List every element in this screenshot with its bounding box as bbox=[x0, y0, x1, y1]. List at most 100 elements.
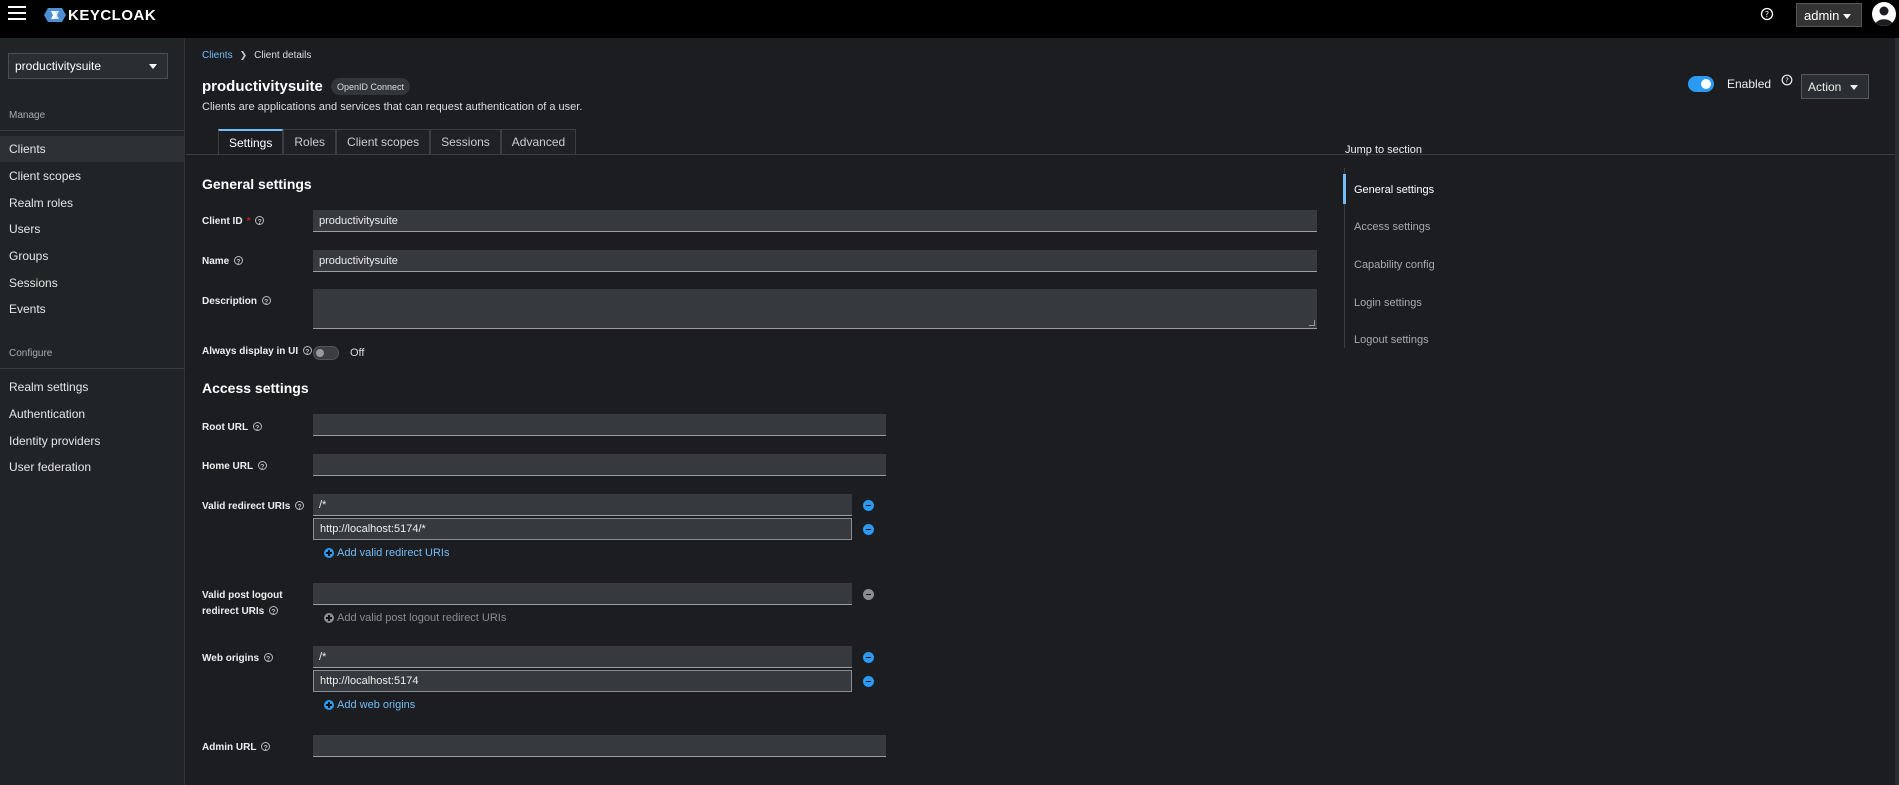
help-icon[interactable] bbox=[262, 295, 272, 311]
sidebar-item-realm-settings[interactable]: Realm settings bbox=[0, 374, 184, 400]
remove-redirect-uri-icon[interactable] bbox=[863, 524, 874, 535]
access-settings-title: Access settings bbox=[202, 380, 309, 396]
sidebar-item-identity-providers[interactable]: Identity providers bbox=[0, 428, 184, 454]
add-web-origin-label: Add web origins bbox=[337, 699, 416, 711]
add-post-logout-uri-label: Add valid post logout redirect URIs bbox=[337, 612, 507, 624]
help-icon[interactable] bbox=[258, 460, 268, 476]
jump-active-indicator bbox=[1343, 174, 1346, 204]
jump-general-settings[interactable]: General settings bbox=[1354, 184, 1434, 196]
jump-capability-config[interactable]: Capability config bbox=[1354, 259, 1435, 271]
client-id-label: Client ID * bbox=[202, 214, 265, 231]
help-icon[interactable]: ? bbox=[1760, 7, 1774, 21]
resize-handle-icon[interactable] bbox=[1309, 320, 1315, 326]
user-avatar-icon bbox=[1875, 6, 1893, 26]
root-url-label: Root URL bbox=[202, 420, 263, 437]
page-scrollbar[interactable] bbox=[1895, 38, 1899, 785]
post-logout-uri-input[interactable] bbox=[313, 583, 852, 605]
help-icon[interactable] bbox=[264, 652, 274, 668]
sidebar-item-sessions[interactable]: Sessions bbox=[0, 270, 184, 296]
sidebar-item-user-federation[interactable]: User federation bbox=[0, 454, 184, 480]
tab-settings[interactable]: Settings bbox=[218, 129, 284, 154]
toggle-knob bbox=[316, 349, 324, 357]
enabled-label: Enabled bbox=[1727, 77, 1772, 91]
nav-section-manage: Manage bbox=[9, 110, 46, 121]
web-origins-label-text: Web origins bbox=[202, 653, 260, 664]
web-origin-input[interactable]: http://localhost:5174 bbox=[313, 670, 852, 692]
sidebar-item-users[interactable]: Users bbox=[0, 216, 184, 242]
enabled-toggle[interactable] bbox=[1688, 76, 1714, 92]
svg-text:?: ? bbox=[1785, 77, 1789, 85]
action-dropdown[interactable]: Action bbox=[1801, 74, 1869, 99]
redirect-uri-input[interactable]: /* bbox=[313, 494, 852, 516]
root-url-input[interactable] bbox=[313, 414, 886, 436]
user-menu-label: admin bbox=[1804, 7, 1840, 23]
home-url-label-text: Home URL bbox=[202, 461, 254, 472]
sidebar-item-events[interactable]: Events bbox=[0, 296, 184, 322]
post-logout-uris-label-line2: redirect URIs bbox=[202, 606, 265, 617]
tab-sessions[interactable]: Sessions bbox=[430, 129, 501, 154]
nav-divider bbox=[0, 368, 185, 369]
user-menu-dropdown[interactable]: admin bbox=[1796, 3, 1862, 27]
tab-client-scopes[interactable]: Client scopes bbox=[336, 129, 431, 154]
sidebar-item-client-scopes[interactable]: Client scopes bbox=[0, 163, 184, 189]
jump-logout-settings[interactable]: Logout settings bbox=[1354, 334, 1429, 346]
tab-roles[interactable]: Roles bbox=[283, 129, 337, 154]
redirect-uri-input[interactable]: http://localhost:5174/* bbox=[313, 518, 852, 540]
breadcrumb: Clients ❯ Client details bbox=[202, 50, 311, 61]
admin-url-input[interactable] bbox=[313, 735, 886, 757]
jump-login-settings[interactable]: Login settings bbox=[1354, 297, 1422, 309]
sidebar-item-realm-roles[interactable]: Realm roles bbox=[0, 190, 184, 216]
help-icon[interactable] bbox=[255, 215, 265, 231]
help-icon[interactable] bbox=[234, 255, 244, 271]
description-label-text: Description bbox=[202, 296, 258, 307]
jump-access-settings[interactable]: Access settings bbox=[1354, 221, 1430, 233]
redirect-uris-label-text: Valid redirect URIs bbox=[202, 501, 291, 512]
add-post-logout-uri-button[interactable]: Add valid post logout redirect URIs bbox=[324, 612, 506, 624]
always-display-toggle[interactable] bbox=[313, 346, 339, 360]
avatar[interactable] bbox=[1872, 2, 1896, 26]
add-redirect-uri-label: Add valid redirect URIs bbox=[337, 547, 450, 559]
help-icon[interactable] bbox=[253, 421, 263, 437]
breadcrumb-current: Client details bbox=[254, 50, 312, 61]
help-icon[interactable] bbox=[303, 345, 313, 361]
remove-redirect-uri-icon[interactable] bbox=[863, 500, 874, 511]
caret-down-icon bbox=[1843, 14, 1851, 19]
toggle-knob bbox=[1701, 79, 1711, 89]
breadcrumb-clients-link[interactable]: Clients bbox=[202, 50, 233, 61]
main-content: Clients ❯ Client details productivitysui… bbox=[186, 38, 1899, 785]
sidebar-item-groups[interactable]: Groups bbox=[0, 243, 184, 269]
tab-advanced[interactable]: Advanced bbox=[500, 129, 577, 154]
chevron-right-icon: ❯ bbox=[239, 50, 248, 60]
name-input[interactable]: productivitysuite bbox=[313, 250, 1317, 272]
description-label: Description bbox=[202, 294, 272, 311]
keycloak-logo[interactable]: KEYCLOAK bbox=[44, 6, 156, 24]
remove-post-logout-uri-icon[interactable] bbox=[863, 589, 874, 600]
hamburger-menu-icon[interactable] bbox=[8, 6, 26, 20]
name-label-text: Name bbox=[202, 256, 230, 267]
help-icon[interactable]: ? bbox=[1781, 74, 1793, 86]
admin-url-label-text: Admin URL bbox=[202, 742, 257, 753]
add-web-origin-button[interactable]: Add web origins bbox=[324, 699, 415, 711]
plus-circle-icon bbox=[324, 548, 334, 558]
web-origins-label: Web origins bbox=[202, 651, 274, 668]
home-url-input[interactable] bbox=[313, 454, 886, 476]
client-id-input[interactable]: productivitysuite bbox=[313, 210, 1317, 232]
masthead: KEYCLOAK ? admin bbox=[0, 0, 1899, 38]
nav-divider bbox=[0, 130, 185, 131]
sidebar-item-clients[interactable]: Clients bbox=[0, 136, 184, 162]
action-dropdown-label: Action bbox=[1808, 79, 1842, 94]
post-logout-uris-label-line1: Valid post logout bbox=[202, 590, 283, 601]
plus-circle-icon bbox=[324, 700, 334, 710]
web-origin-input[interactable]: /* bbox=[313, 646, 852, 668]
realm-selector[interactable]: productivitysuite bbox=[8, 53, 168, 79]
help-icon[interactable] bbox=[295, 500, 305, 516]
root-url-label-text: Root URL bbox=[202, 422, 249, 433]
description-textarea[interactable] bbox=[313, 289, 1317, 329]
help-icon[interactable] bbox=[269, 605, 279, 621]
remove-web-origin-icon[interactable] bbox=[863, 676, 874, 687]
keycloak-logo-icon bbox=[44, 8, 66, 22]
remove-web-origin-icon[interactable] bbox=[863, 652, 874, 663]
add-redirect-uri-button[interactable]: Add valid redirect URIs bbox=[324, 547, 450, 559]
help-icon[interactable] bbox=[261, 741, 271, 757]
sidebar-item-authentication[interactable]: Authentication bbox=[0, 401, 184, 427]
